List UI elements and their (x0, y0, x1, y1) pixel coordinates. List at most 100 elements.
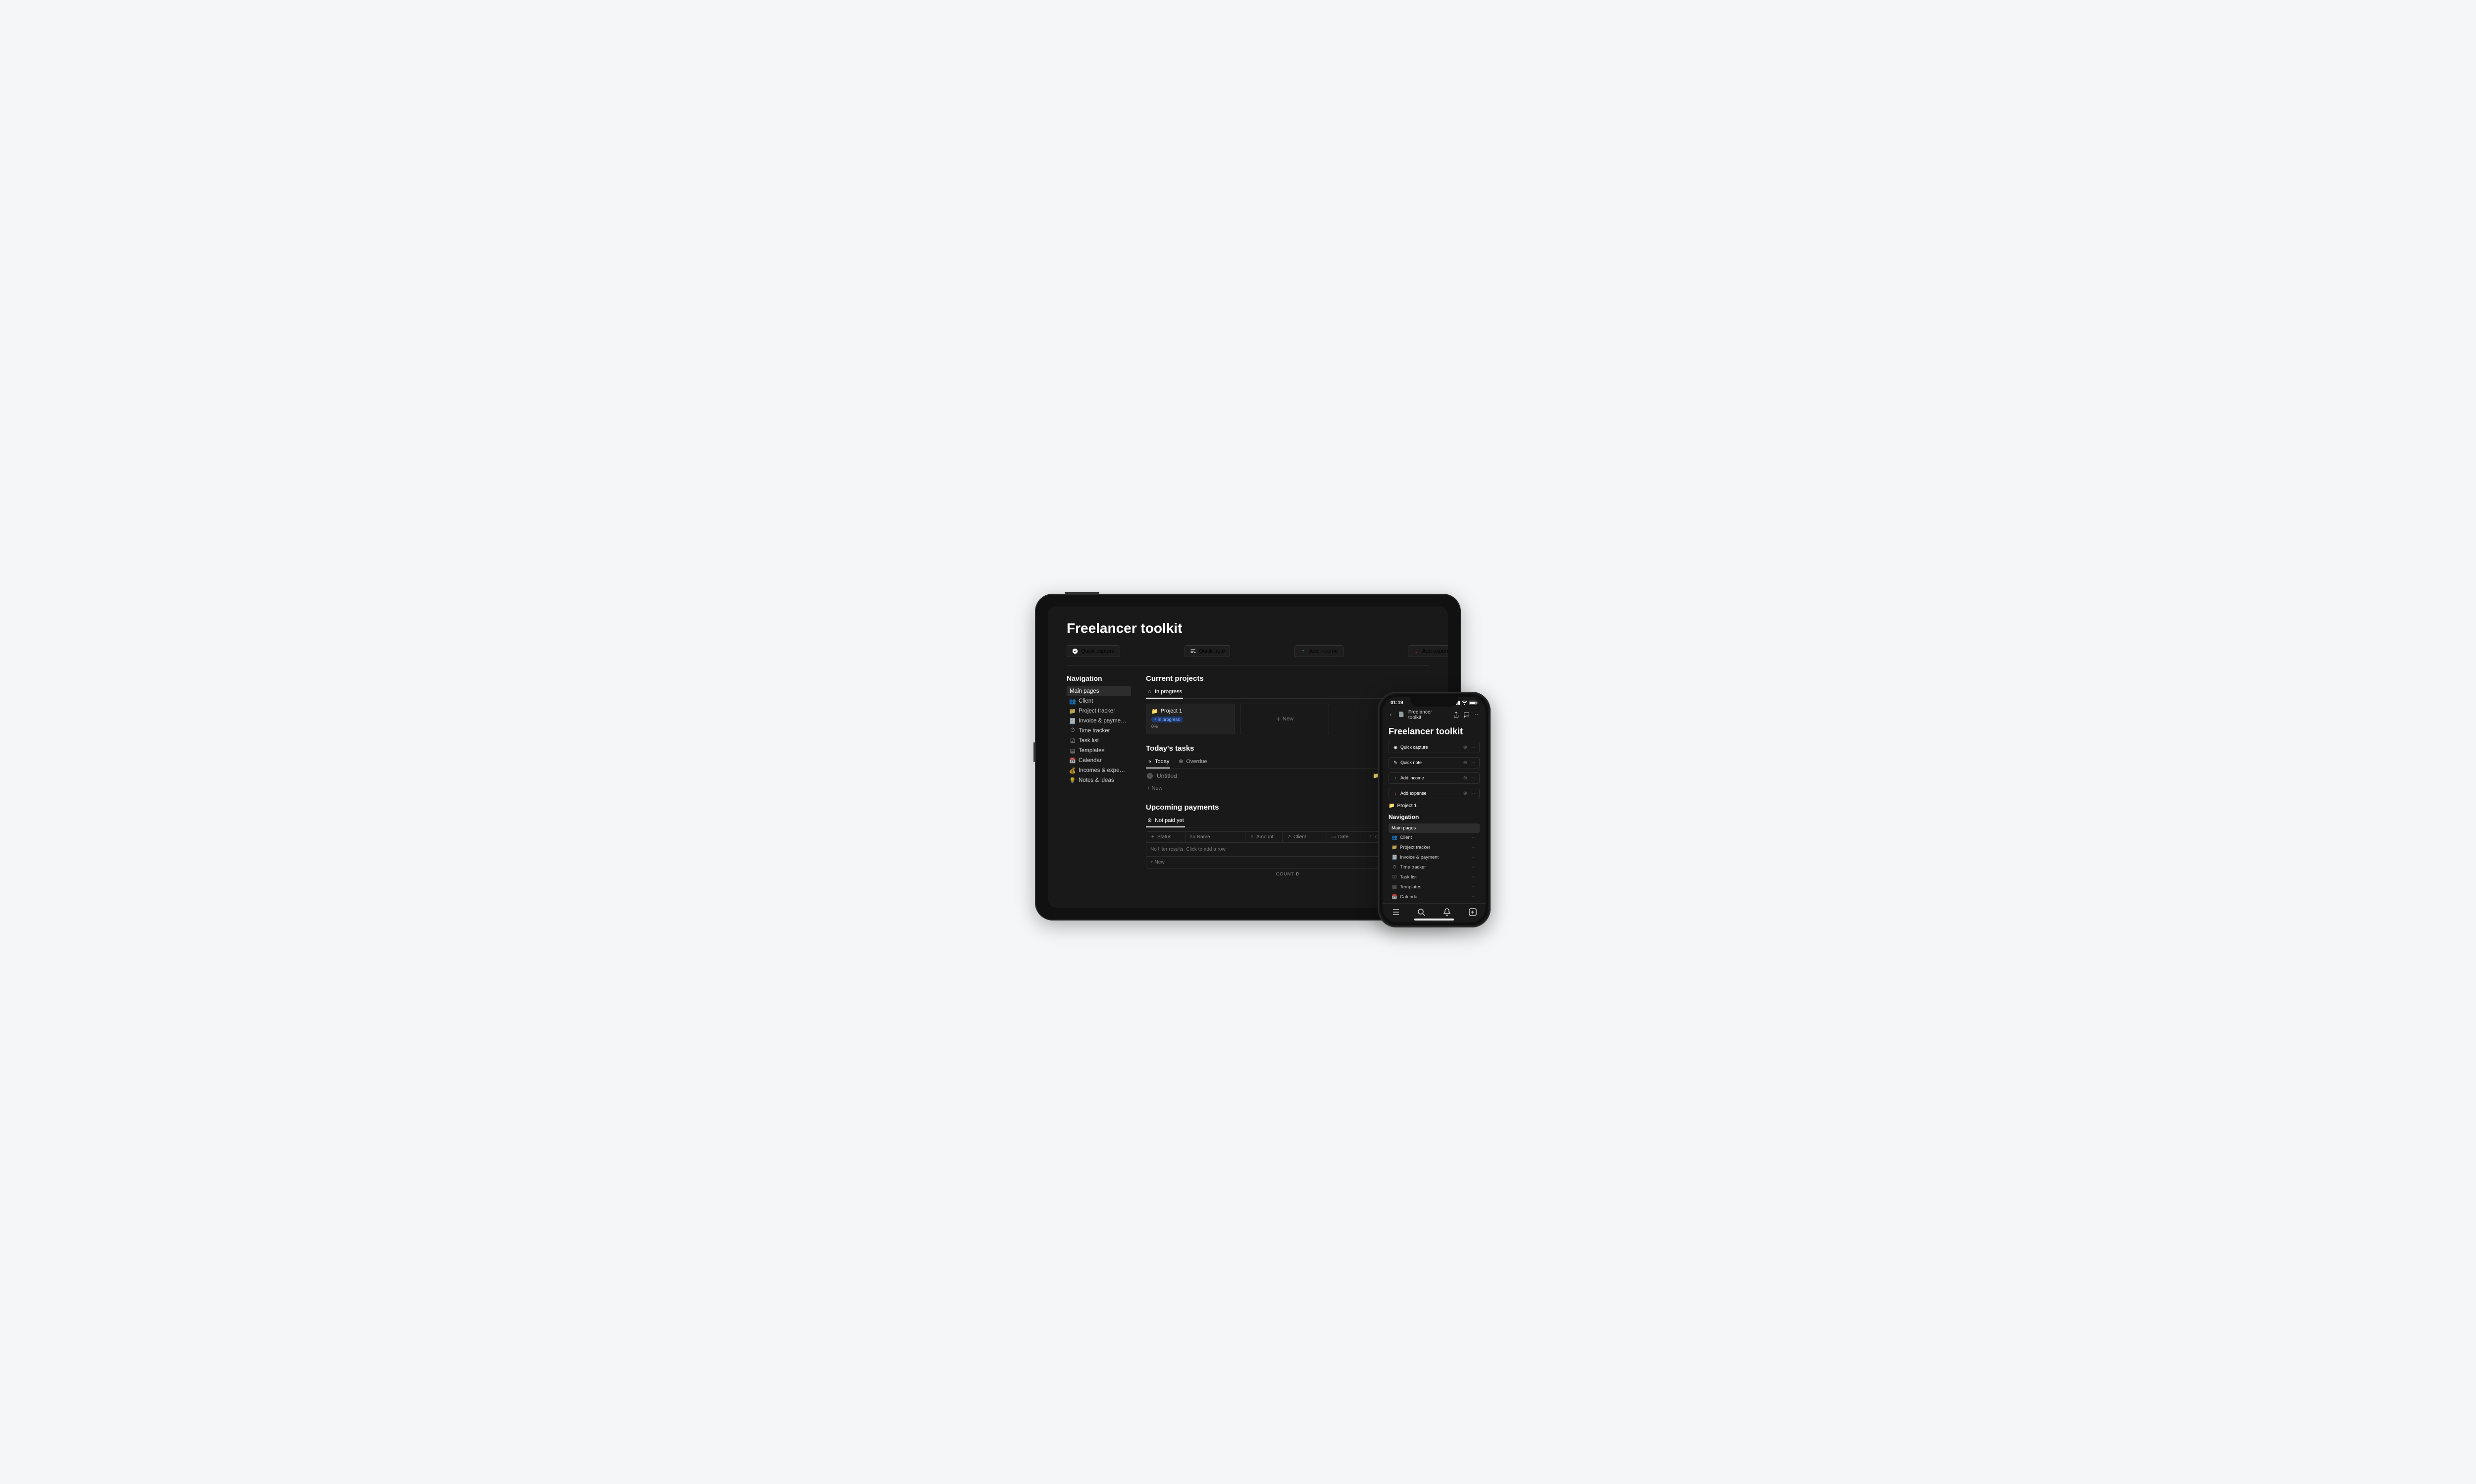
add-expense-button[interactable]: ↓ Add expense (1408, 645, 1448, 657)
notch (1410, 697, 1458, 707)
more-icon[interactable]: ⋯ (1470, 775, 1475, 781)
sidebar-label: Client (1079, 698, 1093, 704)
more-icon[interactable]: ⋯ (1472, 894, 1477, 900)
notifications-tab-icon[interactable] (1443, 908, 1451, 917)
list-icon: ☑ (1392, 874, 1397, 880)
phone-content: Freelancer toolkit ◉Quick capture ⊚⋯ ✎Qu… (1383, 722, 1486, 903)
sidebar-item-templates[interactable]: ▤Templates (1067, 746, 1131, 756)
tab-today[interactable]: ◑ Today (1146, 756, 1170, 768)
phone-project-row[interactable]: 📁 Project 1 (1389, 803, 1480, 809)
ph-side-project-tracker[interactable]: 📁Project tracker ⋯ (1389, 843, 1480, 853)
sidebar-item-notes-ideas[interactable]: 💡Notes & ideas (1067, 775, 1131, 785)
ph-quick-capture[interactable]: ◉Quick capture ⊚⋯ (1389, 742, 1480, 753)
sidebar-item-incomes-expenses[interactable]: 💰Incomes & expe… (1067, 766, 1131, 775)
battery-icon (1469, 701, 1478, 705)
more-icon[interactable]: ⋯ (1474, 712, 1481, 718)
sidebar-label: Project tracker (1079, 708, 1115, 714)
ph-side-client[interactable]: 👥Client⋯ (1389, 833, 1480, 843)
note-icon: ✎ (1393, 760, 1398, 765)
col-name[interactable]: AaName (1186, 832, 1245, 842)
people-icon: 👥 (1070, 698, 1076, 704)
add-income-button[interactable]: ↑ Add income (1294, 645, 1343, 657)
calendar-icon: 📅 (1392, 894, 1397, 900)
sidebar-title: Navigation (1067, 674, 1131, 682)
project-card[interactable]: 📁Project 1 In progress 0% (1146, 704, 1235, 734)
ph-side-main-pages[interactable]: Main pages (1389, 823, 1480, 833)
sidebar-item-project-tracker[interactable]: 📁Project tracker (1067, 706, 1131, 716)
nav-label: Task list (1400, 874, 1417, 880)
tab-in-progress[interactable]: ◌ In progress (1146, 686, 1183, 699)
checkbox-icon[interactable]: ✓ (1147, 773, 1153, 779)
sigma-icon: Σ (1368, 834, 1373, 839)
count-label: COUNT (1276, 871, 1294, 876)
share-icon[interactable] (1453, 712, 1459, 718)
col-client[interactable]: ↗Client (1283, 832, 1327, 842)
add-income-label: Add income (1309, 648, 1338, 654)
pill-label: Add expense (1400, 791, 1427, 796)
ph-add-income[interactable]: ↑Add income ⊚⋯ (1389, 772, 1480, 784)
task-name: Untitled (1157, 772, 1177, 779)
calendar-icon: 📅 (1070, 758, 1076, 764)
more-icon[interactable]: ⋯ (1470, 745, 1475, 750)
calendar-icon: ▭ (1331, 834, 1336, 839)
template-icon: ▤ (1392, 884, 1397, 890)
ph-side-calendar[interactable]: 📅Calendar⋯ (1389, 892, 1480, 902)
more-icon[interactable]: ⋯ (1472, 845, 1477, 850)
sidebar-item-time-tracker[interactable]: ⏱Time tracker (1067, 726, 1131, 736)
col-amount[interactable]: #Amount (1245, 832, 1283, 842)
more-icon[interactable]: ⋯ (1472, 855, 1477, 860)
tab-label: Today (1155, 759, 1169, 765)
doc-icon: 📄 (1398, 712, 1404, 717)
sidebar-header-label: Main pages (1070, 688, 1099, 694)
ph-side-time-tracker[interactable]: ⏱Time tracker⋯ (1389, 863, 1480, 872)
comment-icon[interactable] (1463, 712, 1470, 718)
x-circle-icon: ⊗ (1147, 818, 1152, 823)
ph-side-invoice[interactable]: 🧾Invoice & payment⋯ (1389, 853, 1480, 863)
more-icon[interactable]: ⋯ (1470, 760, 1475, 766)
quick-note-button[interactable]: Quick note (1185, 645, 1231, 657)
col-label: Name (1197, 834, 1210, 840)
tab-not-paid-yet[interactable]: ⊗ Not paid yet (1146, 815, 1185, 827)
ph-side-templates[interactable]: ▤Templates⋯ (1389, 882, 1480, 892)
globe-icon: ◑ (1147, 759, 1152, 764)
col-status[interactable]: ✦Status (1146, 832, 1186, 842)
more-icon[interactable]: ⋯ (1472, 884, 1477, 890)
pill-label: Add income (1400, 775, 1424, 780)
tab-overdue[interactable]: ⊗ Overdue (1177, 756, 1208, 768)
more-icon[interactable]: ⋯ (1470, 791, 1475, 796)
tab-bar (1383, 903, 1486, 919)
nav-bar: ‹ 📄 Freelancer toolkit ⋯ (1383, 708, 1486, 722)
search-tab-icon[interactable] (1417, 908, 1426, 917)
ph-quick-note[interactable]: ✎Quick note ⊚⋯ (1389, 757, 1480, 768)
list-tab-icon[interactable] (1391, 908, 1400, 917)
folder-icon: 📁 (1392, 845, 1397, 851)
more-icon[interactable]: ⋯ (1472, 835, 1477, 840)
tab-label: Overdue (1186, 759, 1207, 765)
sidebar-label: Templates (1079, 748, 1104, 754)
new-project-card[interactable]: ＋ New (1240, 704, 1329, 734)
sidebar-item-calendar[interactable]: 📅Calendar (1067, 756, 1131, 766)
sidebar-item-invoice[interactable]: 🧾Invoice & payme… (1067, 716, 1131, 726)
new-tab-icon[interactable] (1468, 908, 1477, 917)
quick-capture-label: Quick capture (1081, 648, 1115, 654)
back-button[interactable]: ‹ (1388, 712, 1394, 718)
link-icon: ⊚ (1463, 791, 1467, 796)
col-date[interactable]: ▭Date (1327, 832, 1364, 842)
quick-capture-button[interactable]: Quick capture (1067, 645, 1120, 657)
breadcrumb[interactable]: Freelancer toolkit (1408, 710, 1445, 720)
sidebar-label: Calendar (1079, 758, 1102, 764)
ph-add-expense[interactable]: ↓Add expense ⊚⋯ (1389, 788, 1480, 799)
receipt-icon: 🧾 (1070, 718, 1076, 724)
col-label: Client (1293, 834, 1306, 840)
sidebar-item-task-list[interactable]: ☑Task list (1067, 736, 1131, 746)
phone-nav-title: Navigation (1389, 814, 1480, 820)
home-indicator (1414, 919, 1454, 921)
link-icon: ⊚ (1463, 775, 1467, 781)
new-label: New (1283, 716, 1293, 722)
more-icon[interactable]: ⋯ (1472, 865, 1477, 870)
sidebar-item-client[interactable]: 👥Client (1067, 696, 1131, 706)
ph-side-task-list[interactable]: ☑Task list ⋯ (1389, 872, 1480, 882)
nav-label: Project tracker (1400, 845, 1430, 850)
more-icon[interactable]: ⋯ (1472, 874, 1477, 880)
sidebar-item-main-pages[interactable]: Main pages (1067, 686, 1131, 696)
